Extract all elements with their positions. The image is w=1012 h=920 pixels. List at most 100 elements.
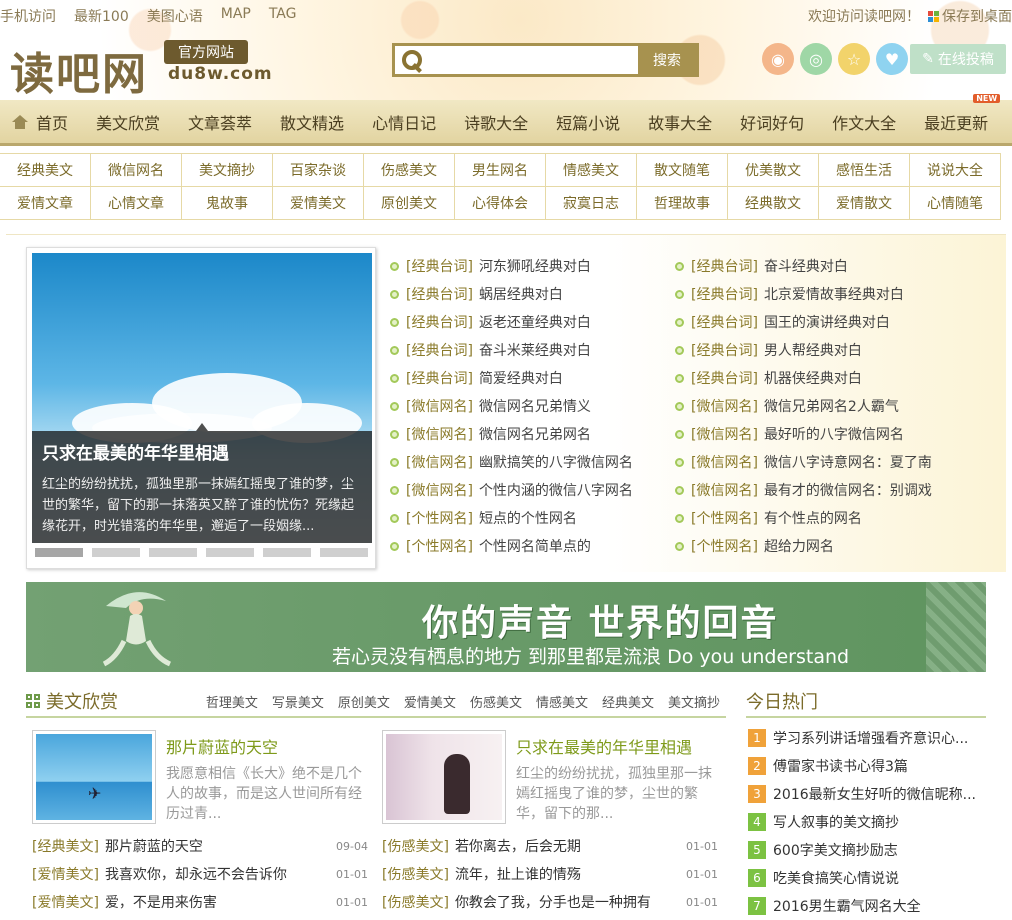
article-row[interactable]: [伤感美文] 你教会了我，分手也是一种拥有 01-01 (382, 888, 718, 916)
category-link[interactable]: 爱情美文 (272, 186, 364, 220)
news-tag[interactable]: [微信网名] (406, 480, 473, 500)
news-item[interactable]: [个性网名] 有个性点的网名 (675, 504, 932, 532)
article-row[interactable]: [经典美文] 那片蔚蓝的天空 09-04 (32, 832, 368, 860)
hot-title[interactable]: 吃美食搞笑心情说说 (773, 868, 899, 888)
category-link[interactable]: 百家杂谈 (272, 153, 364, 187)
news-item[interactable]: [经典台词] 男人帮经典对白 (675, 336, 932, 364)
top-link-map[interactable]: MAP (221, 6, 251, 26)
hot-title[interactable]: 写人叙事的美文摘抄 (773, 812, 899, 832)
news-tag[interactable]: [经典台词] (406, 368, 473, 388)
hot-item[interactable]: 6 吃美食搞笑心情说说 (748, 864, 988, 892)
news-item[interactable]: [经典台词] 蜗居经典对白 (390, 280, 633, 308)
news-tag[interactable]: [个性网名] (406, 536, 473, 556)
news-item[interactable]: [微信网名] 最好听的八字微信网名 (675, 420, 932, 448)
news-item[interactable]: [经典台词] 北京爱情故事经典对白 (675, 280, 932, 308)
news-item[interactable]: [微信网名] 微信兄弟网名2人霸气 (675, 392, 932, 420)
top-link-latest[interactable]: 最新100 (74, 6, 129, 26)
article-row[interactable]: [爱情美文] 爱，不是用来伤害 01-01 (32, 888, 368, 916)
news-title[interactable]: 微信网名兄弟网名 (479, 424, 591, 444)
news-tag[interactable]: [微信网名] (691, 396, 758, 416)
category-link[interactable]: 微信网名 (90, 153, 182, 187)
news-tag[interactable]: [个性网名] (406, 508, 473, 528)
top-link-tag[interactable]: TAG (269, 6, 297, 26)
category-link[interactable]: 美文摘抄 (181, 153, 273, 187)
news-tag[interactable]: [微信网名] (691, 452, 758, 472)
news-title[interactable]: 短点的个性网名 (479, 508, 577, 528)
hot-title[interactable]: 2016最新女生好听的微信昵称... (773, 784, 976, 804)
hot-title[interactable]: 2016男生霸气网名大全 (773, 896, 921, 916)
news-tag[interactable]: [经典台词] (406, 256, 473, 276)
section-tab[interactable]: 伤感美文 (470, 692, 522, 711)
section-tab[interactable]: 经典美文 (602, 692, 654, 711)
section-tab[interactable]: 情感美文 (536, 692, 588, 711)
section-tab[interactable]: 原创美文 (338, 692, 390, 711)
article-title[interactable]: 那片蔚蓝的天空 (105, 836, 203, 856)
article-row[interactable]: [伤感美文] 流年，扯上谁的情殇 01-01 (382, 860, 718, 888)
news-item[interactable]: [经典台词] 国王的演讲经典对白 (675, 308, 932, 336)
slider-dot[interactable] (320, 548, 368, 557)
article-title[interactable]: 我喜欢你，却永远不会告诉你 (105, 864, 287, 884)
nav-item[interactable]: 美文欣赏 (82, 110, 174, 134)
section-tab[interactable]: 爱情美文 (404, 692, 456, 711)
category-link[interactable]: 心得体会 (454, 186, 546, 220)
news-tag[interactable]: [微信网名] (691, 480, 758, 500)
news-tag[interactable]: [经典台词] (691, 284, 758, 304)
news-tag[interactable]: [经典台词] (691, 340, 758, 360)
news-item[interactable]: [微信网名] 幽默搞笑的八字微信网名 (390, 448, 633, 476)
news-item[interactable]: [经典台词] 奋斗经典对白 (675, 252, 932, 280)
slider-dot[interactable] (206, 548, 254, 557)
post-online-button[interactable]: ✎ 在线投稿 (910, 44, 1006, 74)
slider-dot[interactable] (149, 548, 197, 557)
category-link[interactable]: 说说大全 (909, 153, 1001, 187)
category-link[interactable]: 经典美文 (0, 153, 91, 187)
news-tag[interactable]: [微信网名] (406, 452, 473, 472)
news-title[interactable]: 超给力网名 (764, 536, 834, 556)
news-item[interactable]: [微信网名] 个性内涵的微信八字网名 (390, 476, 633, 504)
search-button[interactable]: 搜索 (638, 46, 696, 74)
category-link[interactable]: 爱情文章 (0, 186, 91, 220)
news-item[interactable]: [个性网名] 超给力网名 (675, 532, 932, 560)
nav-item[interactable]: 作文大全 (818, 110, 910, 134)
weibo-icon[interactable]: ◉ (762, 43, 794, 75)
hot-item[interactable]: 4 写人叙事的美文摘抄 (748, 808, 988, 836)
news-title[interactable]: 个性网名简单点的 (479, 536, 591, 556)
news-title[interactable]: 微信兄弟网名2人霸气 (764, 396, 899, 416)
hot-item[interactable]: 5 600字美文摘抄励志 (748, 836, 988, 864)
news-title[interactable]: 奋斗经典对白 (764, 256, 848, 276)
news-title[interactable]: 国王的演讲经典对白 (764, 312, 890, 332)
save-desktop-link[interactable]: 保存到桌面 (928, 6, 1012, 26)
nav-item[interactable]: 心情日记 (358, 110, 450, 134)
category-link[interactable]: 鬼故事 (181, 186, 273, 220)
news-item[interactable]: [个性网名] 个性网名简单点的 (390, 532, 633, 560)
news-title[interactable]: 奋斗米莱经典对白 (479, 340, 591, 360)
hot-item[interactable]: 7 2016男生霸气网名大全 (748, 892, 988, 920)
image-slider[interactable]: 只求在最美的年华里相遇 红尘的纷纷扰扰，孤独里那一抹嫣红摇曳了谁的梦，尘世的繁华… (26, 247, 376, 569)
news-title[interactable]: 简爱经典对白 (479, 368, 563, 388)
news-tag[interactable]: [微信网名] (406, 424, 473, 444)
category-link[interactable]: 心情文章 (90, 186, 182, 220)
article-row[interactable]: [爱情美文] 我喜欢你，却永远不会告诉你 01-01 (32, 860, 368, 888)
hot-title[interactable]: 600字美文摘抄励志 (773, 840, 898, 860)
hot-item[interactable]: 1 学习系列讲话增强看齐意识心... (748, 724, 988, 752)
hot-item[interactable]: 3 2016最新女生好听的微信昵称... (748, 780, 988, 808)
news-item[interactable]: [微信网名] 微信网名兄弟情义 (390, 392, 633, 420)
hot-title[interactable]: 傅雷家书读书心得3篇 (773, 756, 908, 776)
article-title[interactable]: 若你离去，后会无期 (455, 836, 581, 856)
article-tag[interactable]: [伤感美文] (382, 892, 449, 912)
featured-title[interactable]: 只求在最美的年华里相遇 (516, 734, 692, 758)
nav-item[interactable]: 散文精选 (266, 110, 358, 134)
category-link[interactable]: 原创美文 (363, 186, 455, 220)
category-link[interactable]: 情感美文 (545, 153, 637, 187)
nav-item[interactable]: 诗歌大全 (450, 110, 542, 134)
section-title[interactable]: 美文欣赏 (26, 688, 118, 714)
section-tab[interactable]: 写景美文 (272, 692, 324, 711)
heart-icon[interactable]: ♥ (876, 43, 908, 75)
article-title[interactable]: 爱，不是用来伤害 (105, 892, 217, 912)
category-link[interactable]: 爱情散文 (818, 186, 910, 220)
article-title[interactable]: 你教会了我，分手也是一种拥有 (455, 892, 651, 912)
category-link[interactable]: 寂寞日志 (545, 186, 637, 220)
article-tag[interactable]: [爱情美文] (32, 892, 99, 912)
star-icon[interactable]: ☆ (838, 43, 870, 75)
news-title[interactable]: 个性内涵的微信八字网名 (479, 480, 633, 500)
news-title[interactable]: 蜗居经典对白 (479, 284, 563, 304)
